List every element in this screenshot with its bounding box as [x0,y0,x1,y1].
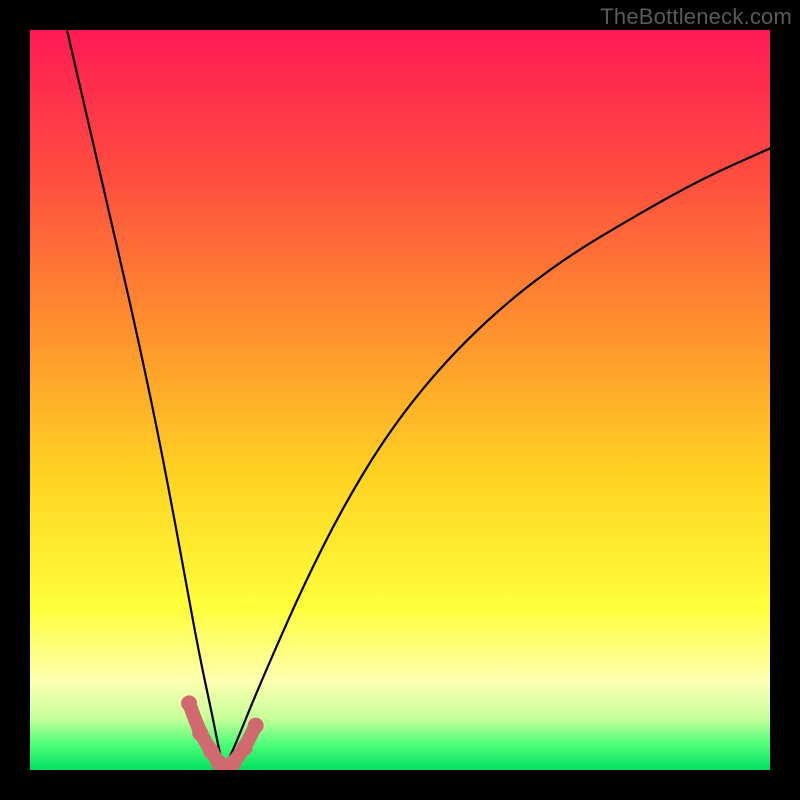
curve-layer [30,30,770,770]
highlight-dot [248,718,264,734]
watermark-text: TheBottleneck.com [600,4,792,30]
highlight-dot [237,740,253,756]
plot-frame [30,30,770,770]
bottleneck-curve-left [67,30,224,770]
highlight-dot [192,725,208,741]
highlight-dot [226,755,242,770]
bottleneck-curve-right [224,148,770,770]
highlight-dot [181,695,197,711]
